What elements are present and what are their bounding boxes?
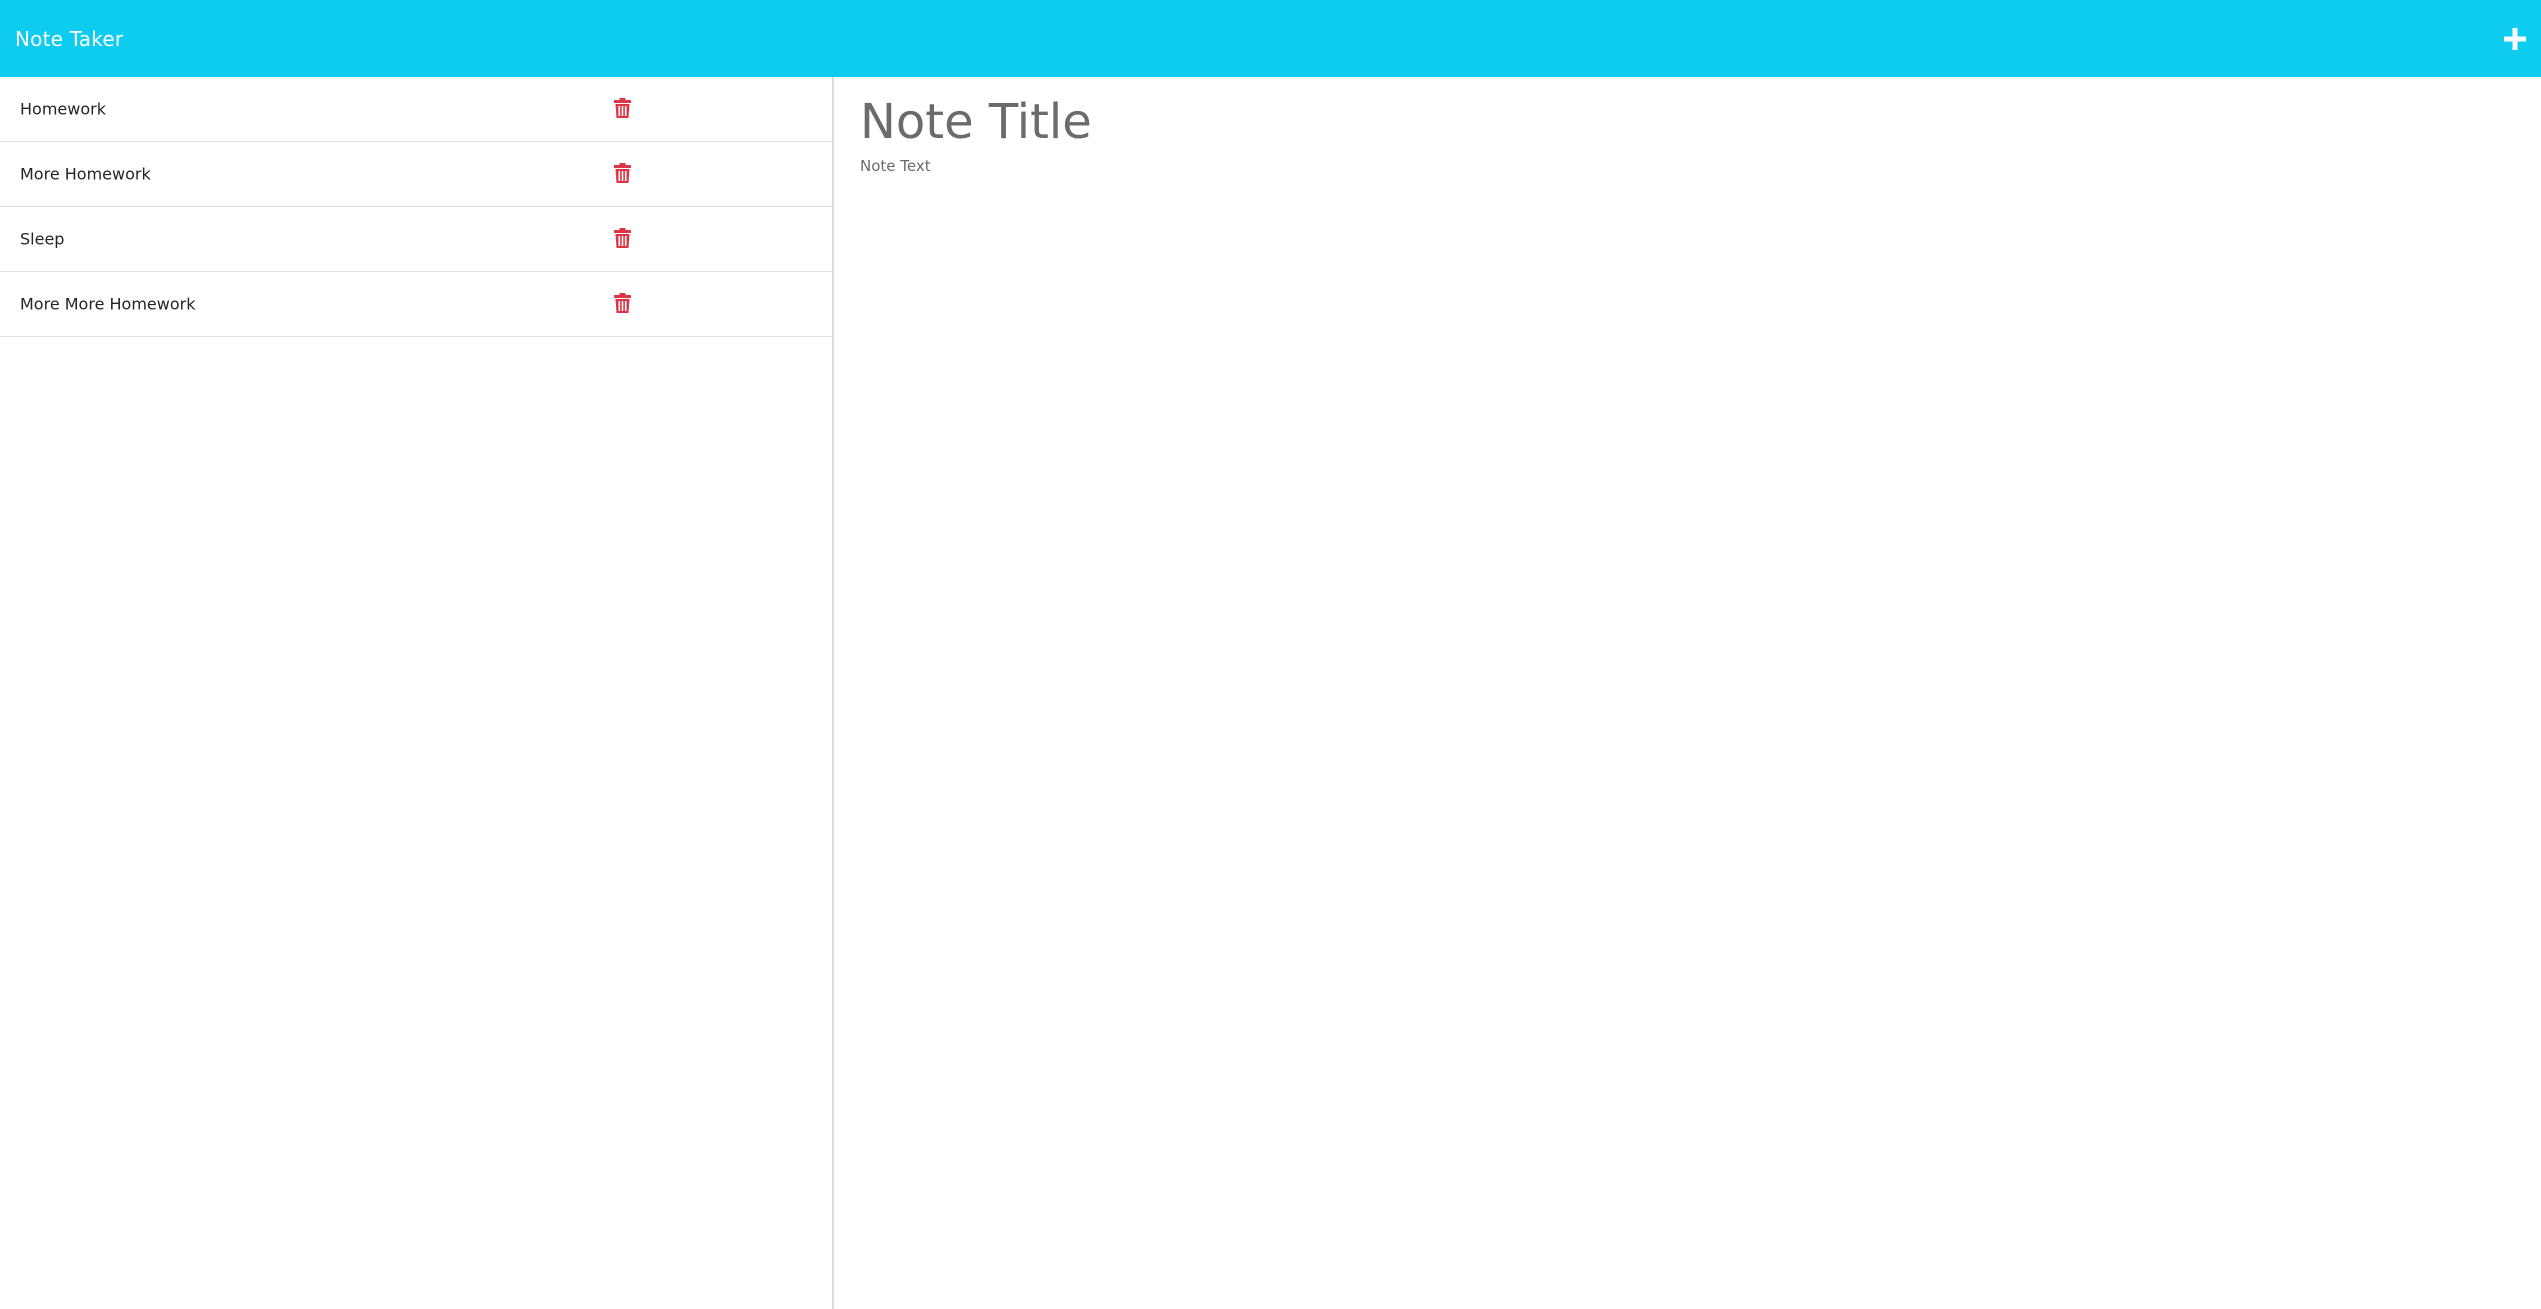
delete-note-button[interactable] (614, 293, 631, 313)
note-editor (834, 77, 2541, 1309)
note-item-label[interactable]: Homework (20, 100, 106, 119)
list-item[interactable]: Sleep (0, 207, 832, 272)
note-item-label[interactable]: More Homework (20, 165, 151, 184)
delete-note-button[interactable] (614, 228, 631, 248)
list-item[interactable]: Homework (0, 77, 832, 142)
notes-sidebar: Homework More Homework Sleep More More H… (0, 77, 834, 1309)
list-item[interactable]: More More Homework (0, 272, 832, 337)
trash-icon (614, 228, 631, 248)
note-list: Homework More Homework Sleep More More H… (0, 77, 832, 337)
app-title-link[interactable]: Note Taker (15, 27, 123, 51)
note-title-input[interactable] (860, 89, 2460, 155)
note-item-label[interactable]: More More Homework (20, 295, 195, 314)
plus-icon (2504, 27, 2526, 50)
trash-icon (614, 293, 631, 313)
list-item[interactable]: More Homework (0, 142, 832, 207)
delete-note-button[interactable] (614, 98, 631, 118)
delete-note-button[interactable] (614, 163, 631, 183)
trash-icon (614, 163, 631, 183)
note-item-label[interactable]: Sleep (20, 230, 64, 249)
top-navbar: Note Taker (0, 0, 2541, 77)
trash-icon (614, 98, 631, 118)
note-text-textarea[interactable] (860, 157, 2460, 1257)
new-note-button[interactable] (2502, 26, 2528, 52)
